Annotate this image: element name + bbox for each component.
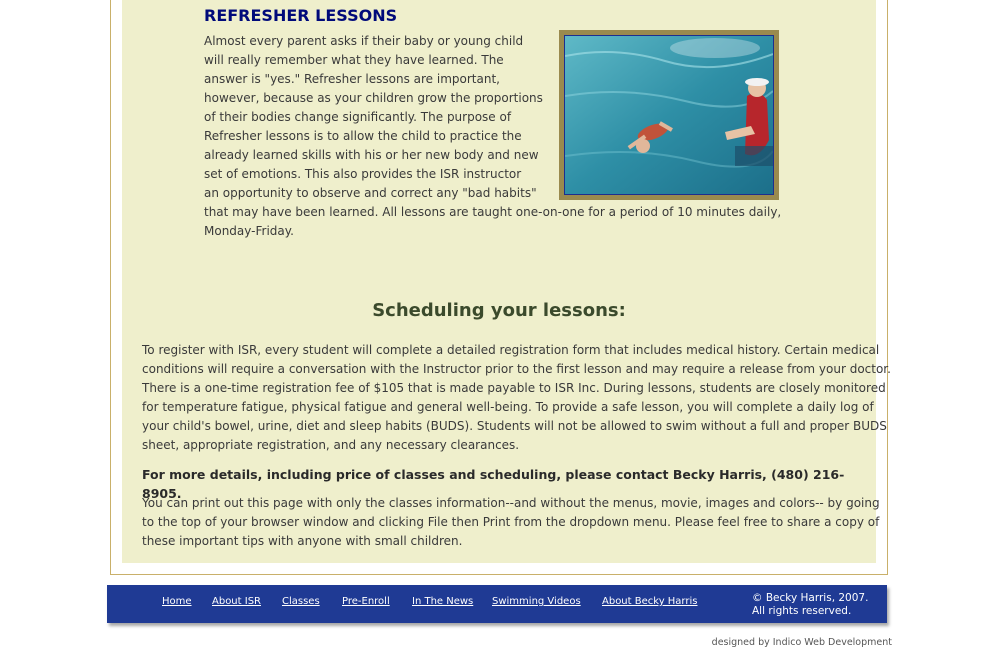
scheduling-title: Scheduling your lessons:: [372, 300, 626, 321]
print-line: You can print out this page with only th…: [142, 496, 880, 510]
nav-link-about-isr[interactable]: About ISR: [212, 596, 261, 607]
nav-link-about-becky-harris[interactable]: About Becky Harris: [602, 596, 697, 607]
registration-paragraph: To register with ISR, every student will…: [142, 341, 891, 455]
print-paragraph: You can print out this page with only th…: [142, 494, 880, 551]
refresher-line: that may have been learned. All lessons …: [204, 205, 782, 219]
nav-link-in-the-news[interactable]: In The News: [412, 596, 473, 607]
footer-bar: Home About ISR Classes Pre-Enroll In The…: [107, 585, 887, 623]
copyright-line: © Becky Harris, 2007.: [752, 592, 869, 604]
nav-link-swimming-videos[interactable]: Swimming Videos: [492, 596, 581, 607]
pool-scene-icon: [565, 36, 773, 194]
registration-line: There is a one-time registration fee of …: [142, 381, 886, 395]
registration-line: your child's bowel, urine, diet and slee…: [142, 419, 887, 433]
registration-line: conditions will require a conversation w…: [142, 362, 891, 376]
refresher-line: Monday-Friday.: [204, 224, 294, 238]
copyright-line: All rights reserved.: [752, 605, 852, 617]
pool-image: [564, 35, 774, 195]
registration-line: To register with ISR, every student will…: [142, 343, 880, 357]
registration-line: for temperature fatigue, physical fatigu…: [142, 400, 874, 414]
swimming-photo: [559, 30, 779, 200]
nav-link-pre-enroll[interactable]: Pre-Enroll: [342, 596, 390, 607]
designed-by-credit[interactable]: designed by Indico Web Development: [712, 637, 892, 648]
copyright: © Becky Harris, 2007. All rights reserve…: [752, 592, 868, 618]
print-line: to the top of your browser window and cl…: [142, 515, 880, 529]
registration-line: sheet, appropriate registration, and any…: [142, 438, 520, 452]
nav-link-home[interactable]: Home: [162, 596, 192, 607]
print-line: these important tips with anyone with sm…: [142, 534, 463, 548]
refresher-title: REFRESHER LESSONS: [204, 6, 398, 25]
nav-link-classes[interactable]: Classes: [282, 596, 320, 607]
